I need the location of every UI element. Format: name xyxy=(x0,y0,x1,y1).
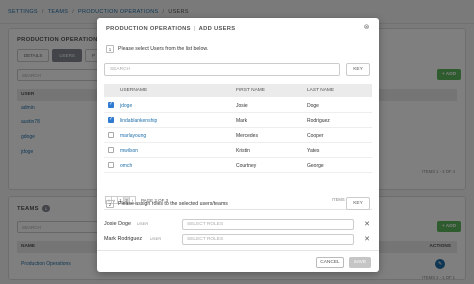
username-link[interactable]: omch xyxy=(120,163,132,169)
last-name-column[interactable]: LAST NAME xyxy=(307,88,334,93)
table-row[interactable]: lindablankenship Mark Rodriguez xyxy=(104,113,372,128)
select-roles-input[interactable]: SELECT ROLES xyxy=(182,219,354,230)
step-instruction: Please select Users from the list below. xyxy=(118,46,209,52)
step-2: 2 Please assign roles to the selected us… xyxy=(106,200,228,208)
username-link[interactable]: mwilson xyxy=(120,148,138,154)
cancel-button[interactable]: CANCEL xyxy=(316,257,344,268)
close-icon[interactable]: ⊗ xyxy=(362,23,371,32)
remove-icon[interactable]: ✕ xyxy=(364,220,370,228)
save-button[interactable]: SAVE xyxy=(349,257,371,268)
key-button-2[interactable]: KEY xyxy=(346,197,370,210)
assignee-name: Mark Rodriguez xyxy=(104,236,143,242)
assignee-type: USER xyxy=(150,237,162,241)
add-users-modal: PRODUCTION OPERATIONS | ADD USERS ⊗ 1 Plea… xyxy=(97,18,379,272)
username-link[interactable]: marlayoung xyxy=(120,133,146,139)
remove-icon[interactable]: ✕ xyxy=(364,235,370,243)
username-link[interactable]: lindablankenship xyxy=(120,118,157,124)
row-checkbox[interactable] xyxy=(108,132,114,138)
role-assignment-row: Josie Doge USER SELECT ROLES ✕ xyxy=(104,219,372,231)
user-search-input[interactable]: SEARCH xyxy=(104,63,340,76)
row-checkbox[interactable] xyxy=(108,147,114,153)
step-number: 2 xyxy=(106,200,114,208)
users-table-header: USERNAME FIRST NAME LAST NAME xyxy=(104,84,372,97)
table-row[interactable]: mwilson Kristin Yates xyxy=(104,143,372,158)
role-assignment-row: Mark Rodriguez USER SELECT ROLES ✕ xyxy=(104,234,372,246)
step-number: 1 xyxy=(106,45,114,53)
table-row[interactable]: omch Courtney George xyxy=(104,158,372,173)
username-column[interactable]: USERNAME xyxy=(120,88,147,93)
first-name-column[interactable]: FIRST NAME xyxy=(236,88,265,93)
row-checkbox[interactable] xyxy=(108,101,114,108)
step-1: 1 Please select Users from the list belo… xyxy=(106,45,208,53)
step-instruction: Please assign roles to the selected user… xyxy=(118,201,228,207)
modal-footer: CANCEL SAVE xyxy=(97,250,379,272)
username-link[interactable]: jdoge xyxy=(120,103,132,109)
row-checkbox[interactable] xyxy=(108,162,114,168)
table-row[interactable]: jdoge Josie Doge xyxy=(104,98,372,113)
assignee-type: USER xyxy=(137,222,149,226)
table-row[interactable]: marlayoung Mercedes Cooper xyxy=(104,128,372,143)
divider xyxy=(104,209,372,210)
select-roles-input[interactable]: SELECT ROLES xyxy=(182,234,354,245)
assignee-name: Josie Doge xyxy=(104,221,131,227)
modal-title: PRODUCTION OPERATIONS | ADD USERS xyxy=(106,26,236,32)
row-checkbox[interactable] xyxy=(108,116,114,123)
key-button[interactable]: KEY xyxy=(346,63,370,76)
